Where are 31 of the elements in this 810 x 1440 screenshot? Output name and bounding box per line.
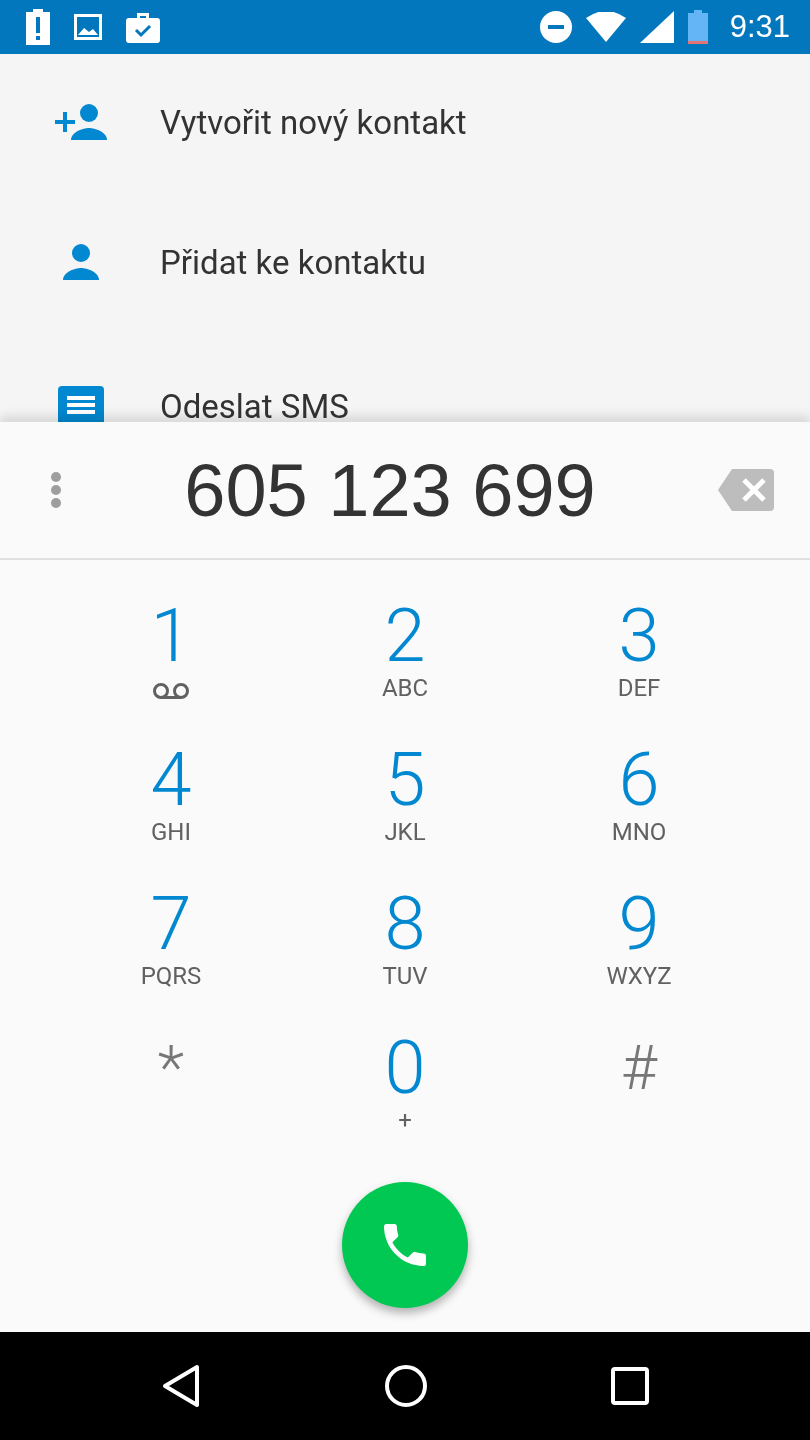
image-icon [74, 14, 102, 40]
dial-key[interactable]: 5 JKL [288, 740, 522, 884]
dial-key[interactable]: 1 [54, 596, 288, 740]
recents-icon[interactable] [610, 1367, 649, 1405]
wifi-icon [585, 12, 626, 42]
clock-time: 9:31 [729, 9, 790, 45]
action-item[interactable]: Vytvořit nový kontakt [160, 102, 467, 142]
person-icon [63, 244, 99, 280]
battery-icon [687, 10, 708, 44]
phone-number-field[interactable]: 605 123 699 [62, 447, 718, 533]
dial-key[interactable]: 0 + [288, 1028, 522, 1172]
dial-key[interactable]: 4 GHI [54, 740, 288, 884]
action-item[interactable]: Odeslat SMS [160, 386, 349, 422]
dial-key[interactable]: # [522, 1028, 756, 1172]
signal-icon [639, 11, 674, 43]
back-icon[interactable] [161, 1364, 202, 1408]
voicemail-icon [152, 682, 190, 700]
dial-key[interactable]: * [54, 1028, 288, 1172]
dial-key[interactable]: 3 DEF [522, 596, 756, 740]
add-person-icon [55, 104, 107, 140]
dial-key[interactable]: 6 MNO [522, 740, 756, 884]
dial-key[interactable]: 7 PQRS [54, 884, 288, 1028]
overflow-menu-icon[interactable] [50, 471, 62, 509]
action-item[interactable]: Přidat ke kontaktu [160, 242, 426, 282]
battery-alert-icon [26, 9, 50, 45]
dial-key[interactable]: 8 TUV [288, 884, 522, 1028]
home-icon[interactable] [384, 1364, 428, 1408]
briefcase-check-icon [126, 11, 160, 43]
do-not-disturb-icon [539, 11, 572, 43]
dial-key[interactable]: 9 WXYZ [522, 884, 756, 1028]
dial-key[interactable]: 2 ABC [288, 596, 522, 740]
